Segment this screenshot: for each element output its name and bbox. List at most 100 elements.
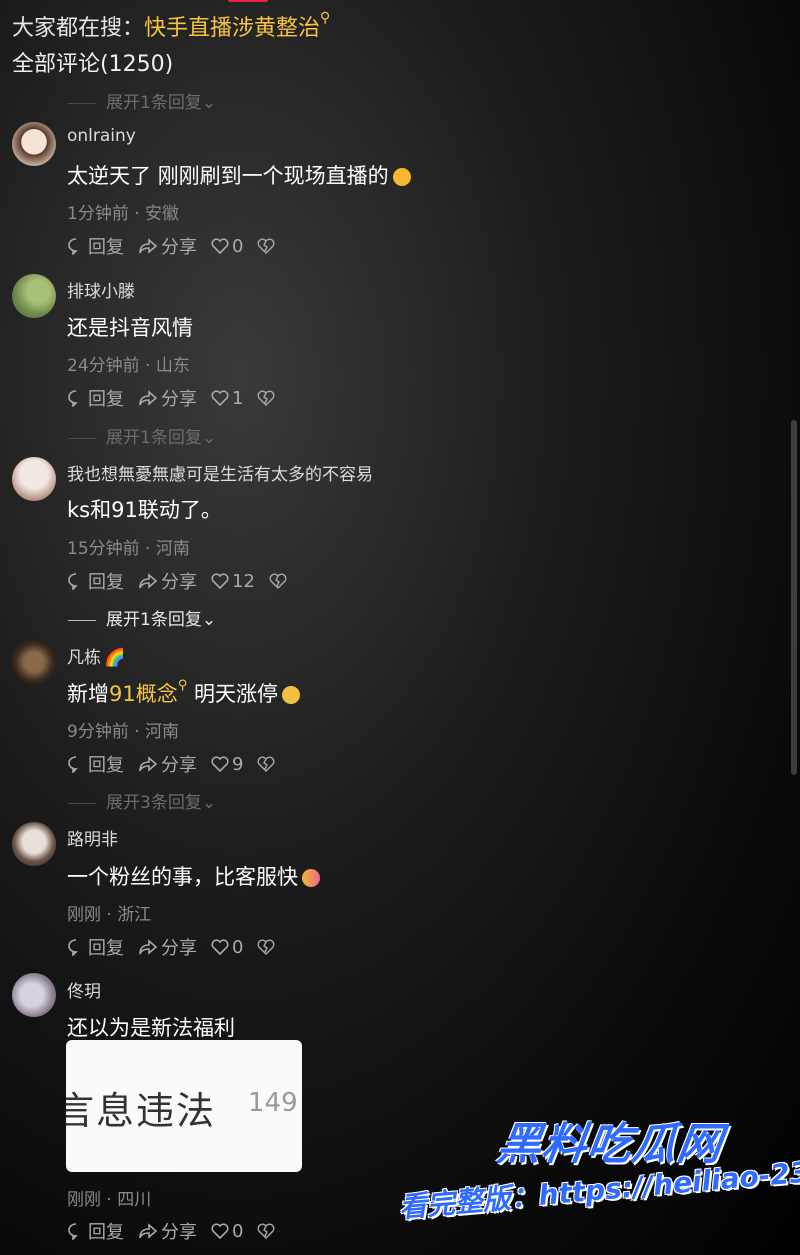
comment-actions: 回复 分享 0 bbox=[67, 934, 292, 960]
avatar[interactable] bbox=[12, 274, 56, 318]
comment-image[interactable]: 言息违法 149 bbox=[66, 1040, 302, 1172]
share-button[interactable]: 分享 bbox=[138, 568, 197, 594]
chevron-down-icon: ⌄ bbox=[201, 428, 217, 448]
comment-meta: 刚刚 · 浙江 bbox=[67, 905, 152, 925]
broken-heart-icon bbox=[258, 238, 275, 254]
username[interactable]: onlrainy bbox=[67, 126, 136, 146]
avatar[interactable] bbox=[12, 640, 56, 684]
reply-icon bbox=[68, 573, 78, 590]
comment-actions: 回复 分享 12 bbox=[67, 568, 304, 594]
expand-replies-button[interactable]: 展开3条回复⌄ bbox=[68, 788, 216, 813]
comment-actions: 回复 分享 9 bbox=[67, 751, 292, 777]
comment-meta: 15分钟前 · 河南 bbox=[67, 539, 190, 559]
share-icon bbox=[139, 939, 158, 955]
share-icon bbox=[139, 756, 158, 772]
top-tab-indicator bbox=[228, 0, 268, 2]
dislike-button[interactable] bbox=[269, 573, 290, 589]
like-count: 12 bbox=[232, 570, 255, 592]
reply-icon bbox=[68, 939, 78, 956]
chevron-down-icon: ⌄ bbox=[201, 610, 217, 630]
heart-icon bbox=[211, 390, 229, 406]
share-button[interactable]: 分享 bbox=[138, 233, 197, 259]
comment-meta: 9分钟前 · 河南 bbox=[67, 722, 180, 742]
dislike-button[interactable] bbox=[257, 390, 278, 406]
heart-icon bbox=[211, 1223, 229, 1239]
hug-emoji-icon bbox=[302, 869, 320, 887]
share-icon bbox=[139, 573, 158, 589]
image-text: 言息违法 bbox=[66, 1089, 217, 1133]
laugh-emoji-icon bbox=[392, 168, 411, 186]
broken-heart-icon bbox=[258, 756, 275, 772]
like-button[interactable]: 0 bbox=[211, 1221, 243, 1242]
search-prefix: 大家都在搜： bbox=[12, 16, 145, 41]
broken-heart-icon bbox=[269, 573, 287, 589]
comment-meta: 刚刚 · 四川 bbox=[67, 1190, 152, 1210]
reply-icon bbox=[68, 1223, 78, 1240]
expand-replies-button[interactable]: 展开1条回复⌄ bbox=[68, 88, 216, 113]
avatar[interactable] bbox=[12, 822, 56, 866]
username[interactable]: 佟玥 bbox=[67, 977, 101, 1002]
expand-replies-button[interactable]: 展开1条回复⌄ bbox=[68, 423, 216, 448]
share-button[interactable]: 分享 bbox=[138, 1218, 197, 1244]
broken-heart-icon bbox=[258, 390, 275, 406]
heart-icon bbox=[211, 756, 229, 772]
dislike-button[interactable] bbox=[257, 756, 278, 772]
comment-meta: 1分钟前 · 安徽 bbox=[67, 204, 180, 224]
avatar[interactable] bbox=[12, 973, 56, 1017]
reply-button[interactable]: 回复 bbox=[67, 568, 124, 594]
avatar[interactable] bbox=[12, 122, 56, 166]
username[interactable]: 凡栋 🌈 bbox=[67, 643, 125, 668]
username[interactable]: 排球小滕 bbox=[67, 277, 135, 302]
comment-actions: 回复 分享 1 bbox=[67, 385, 292, 411]
reply-icon bbox=[68, 756, 78, 773]
like-count: 9 bbox=[232, 753, 244, 775]
like-button[interactable]: 0 bbox=[211, 937, 243, 958]
comment-count: 全部评论(1250) bbox=[12, 52, 174, 77]
dislike-button[interactable] bbox=[257, 1223, 278, 1239]
heart-icon bbox=[211, 573, 229, 589]
heart-icon bbox=[211, 939, 229, 955]
scrollbar-thumb[interactable] bbox=[791, 420, 797, 775]
grin-emoji-icon bbox=[281, 686, 300, 704]
dislike-button[interactable] bbox=[257, 238, 278, 254]
share-icon bbox=[139, 1223, 158, 1239]
reply-icon bbox=[68, 238, 78, 255]
chevron-down-icon: ⌄ bbox=[201, 793, 217, 813]
share-button[interactable]: 分享 bbox=[138, 934, 197, 960]
like-button[interactable]: 0 bbox=[211, 236, 243, 257]
image-number: 149 bbox=[248, 1088, 298, 1118]
username[interactable]: 我也想無憂無慮可是生活有太多的不容易 bbox=[67, 460, 373, 485]
reply-button[interactable]: 回复 bbox=[67, 385, 124, 411]
search-suggestion[interactable]: 大家都在搜：快手直播涉黄整治⚲ bbox=[12, 10, 330, 42]
like-button[interactable]: 1 bbox=[211, 388, 243, 409]
comment-text: 太逆天了 刚刚刷到一个现场直播的 bbox=[67, 160, 411, 190]
search-icon: ⚲ bbox=[320, 10, 331, 26]
share-button[interactable]: 分享 bbox=[138, 751, 197, 777]
reply-button[interactable]: 回复 bbox=[67, 934, 124, 960]
username[interactable]: 路明非 bbox=[67, 825, 118, 850]
comment-text: 一个粉丝的事，比客服快 bbox=[67, 861, 320, 891]
reply-button[interactable]: 回复 bbox=[67, 751, 124, 777]
broken-heart-icon bbox=[258, 939, 275, 955]
share-icon bbox=[139, 238, 158, 254]
like-button[interactable]: 9 bbox=[211, 754, 243, 775]
avatar[interactable] bbox=[12, 457, 56, 501]
like-count: 0 bbox=[232, 235, 244, 257]
reply-button[interactable]: 回复 bbox=[67, 233, 124, 259]
like-button[interactable]: 12 bbox=[211, 571, 255, 592]
search-keyword-link[interactable]: 快手直播涉黄整治 bbox=[144, 16, 320, 41]
comment-text: 还是抖音风情 bbox=[67, 316, 193, 340]
chevron-down-icon: ⌄ bbox=[201, 93, 217, 113]
rainbow-icon: 🌈 bbox=[104, 648, 126, 668]
expand-replies-button[interactable]: 展开1条回复⌄ bbox=[68, 605, 216, 630]
like-count: 1 bbox=[232, 387, 244, 409]
comment-text: 还以为是新法福利 bbox=[67, 1016, 235, 1040]
share-button[interactable]: 分享 bbox=[138, 385, 197, 411]
like-count: 0 bbox=[232, 936, 244, 958]
comment-text: 新增91概念⚲ 明天涨停 bbox=[67, 678, 300, 708]
broken-heart-icon bbox=[258, 1223, 275, 1239]
dislike-button[interactable] bbox=[257, 939, 278, 955]
reply-button[interactable]: 回复 bbox=[67, 1218, 124, 1244]
comment-actions: 回复 分享 0 bbox=[67, 233, 292, 259]
keyword-link[interactable]: 91概念 bbox=[109, 682, 178, 706]
